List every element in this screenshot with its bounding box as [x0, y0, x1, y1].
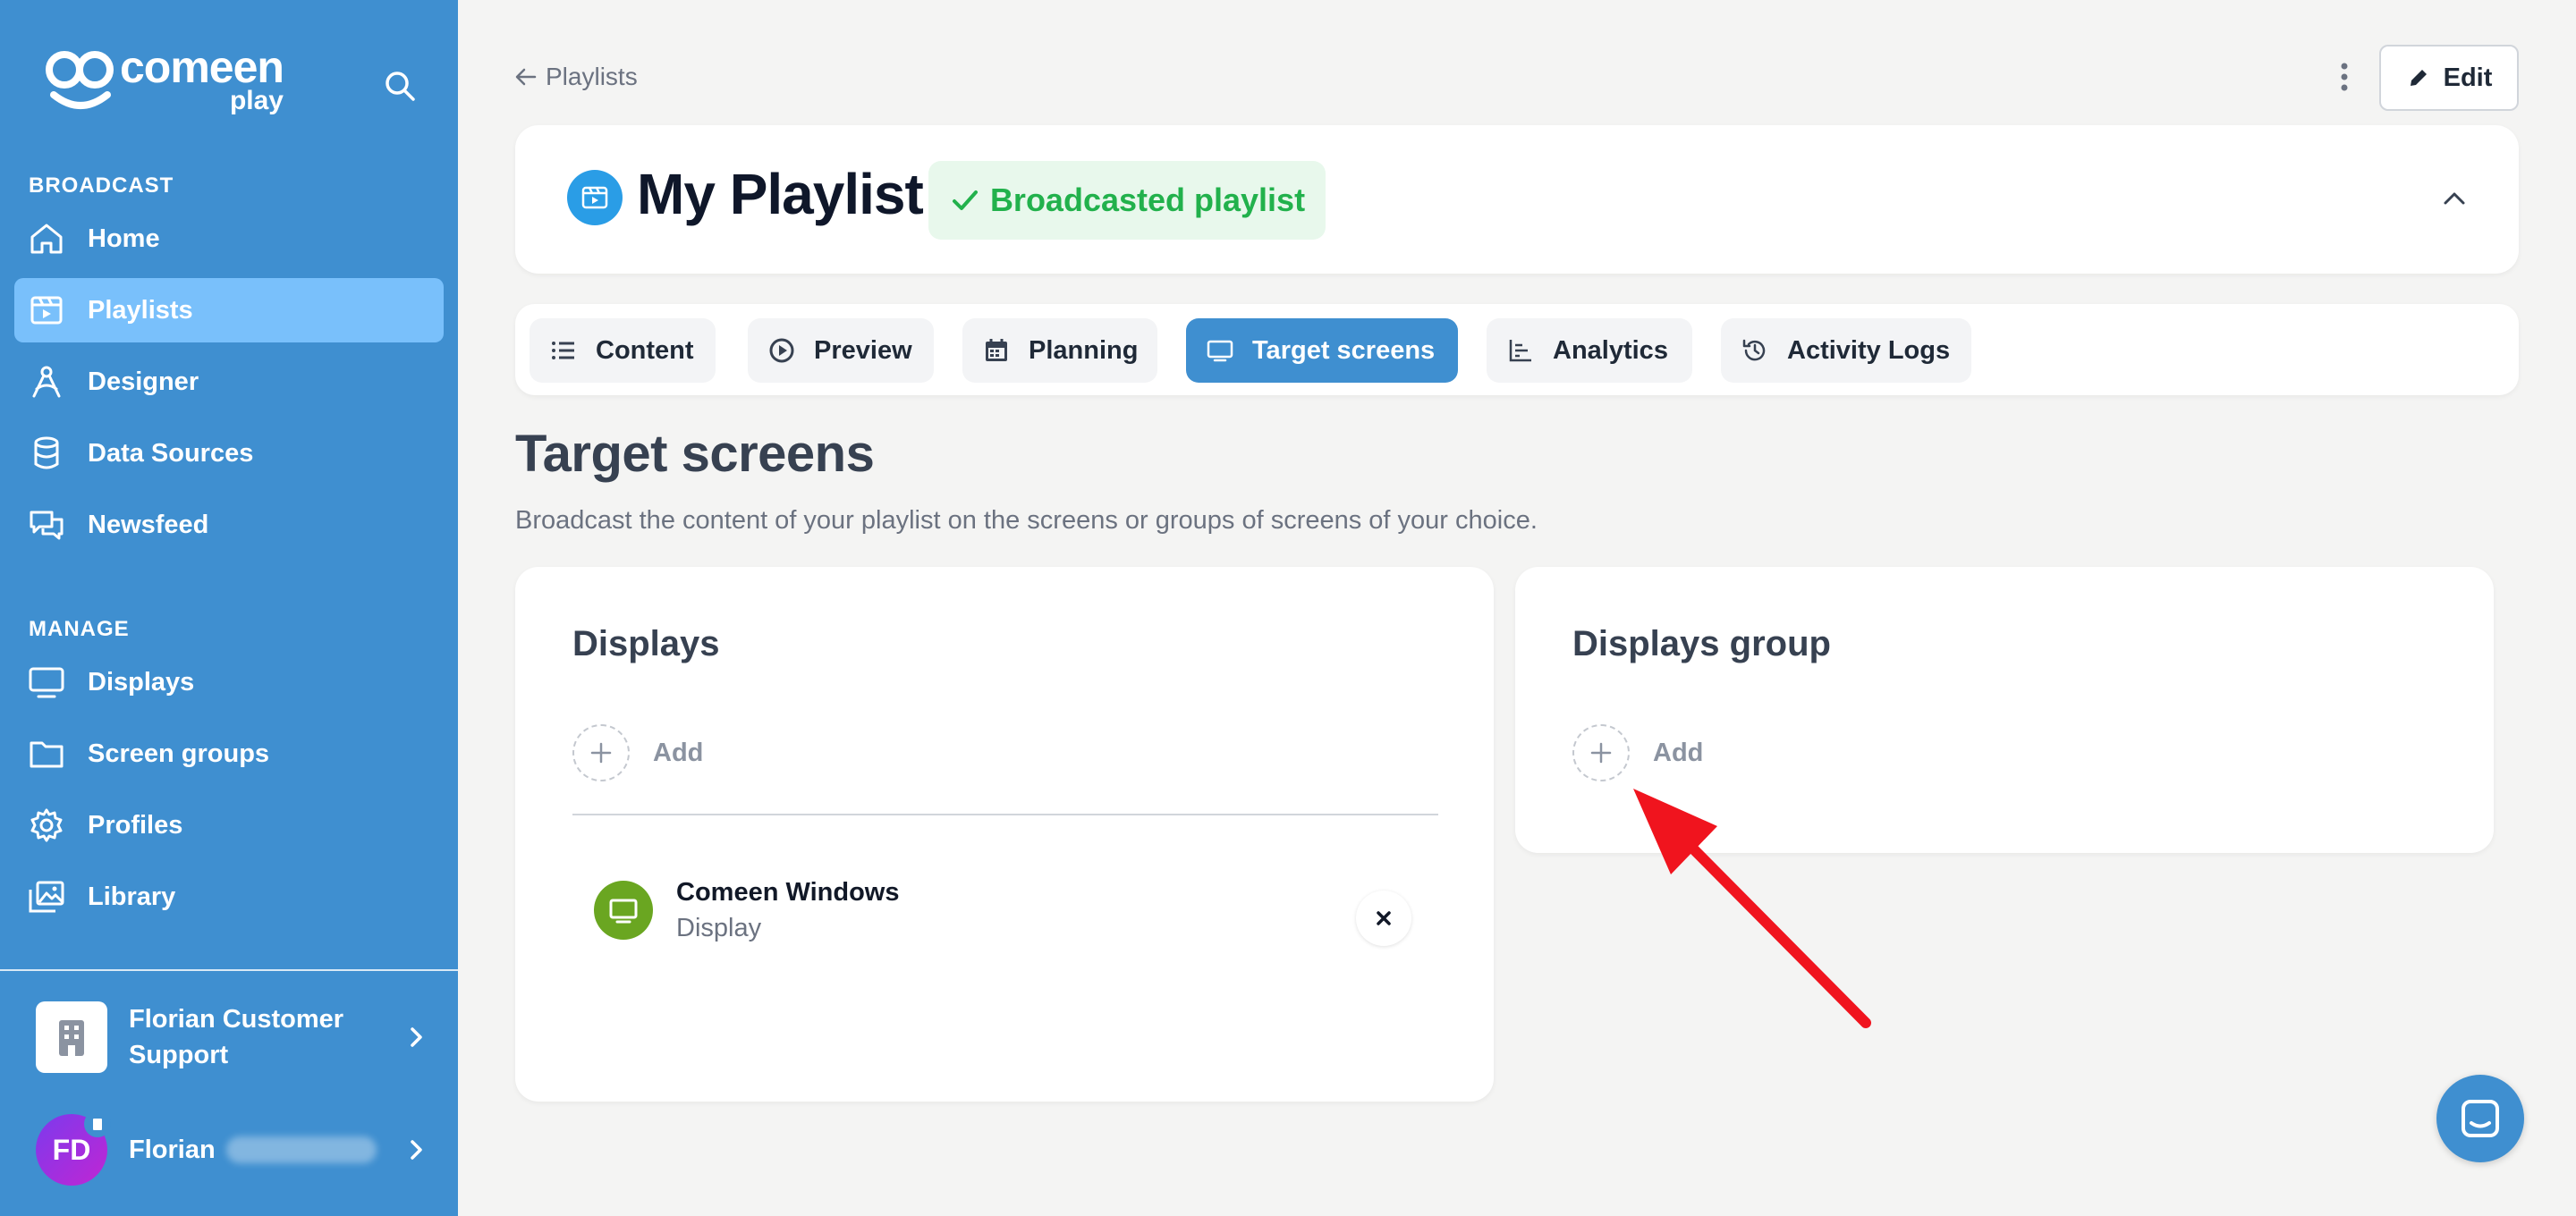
- chevron-right-icon: [411, 1027, 422, 1047]
- sidebar-item-home[interactable]: Home: [14, 207, 444, 271]
- playlist-header: My Playlist Broadcasted playlist: [515, 125, 2519, 274]
- search-icon[interactable]: [382, 68, 418, 104]
- sidebar-item-label: Newsfeed: [88, 510, 209, 539]
- tab-preview[interactable]: Preview: [748, 318, 934, 383]
- redacted-last-name: [225, 1136, 377, 1163]
- calendar-icon: [986, 339, 1007, 361]
- list-icon: [552, 342, 574, 359]
- section-title-manage: MANAGE: [29, 617, 130, 641]
- logo-word: comeen: [120, 42, 284, 92]
- divider: [572, 814, 1438, 815]
- play-circle-icon: [769, 338, 794, 363]
- organization-avatar: [36, 1001, 107, 1073]
- monitor-icon: [29, 667, 64, 698]
- more-options-icon[interactable]: [2329, 59, 2360, 95]
- sidebar-item-label: Profiles: [88, 810, 183, 840]
- tab-label: Planning: [1029, 335, 1139, 365]
- check-icon: [952, 190, 978, 210]
- support-chat-button[interactable]: [2436, 1075, 2524, 1162]
- section-title-broadcast: BROADCAST: [29, 173, 174, 198]
- gear-icon: [30, 808, 63, 842]
- status-badge-label: Broadcasted playlist: [989, 182, 1306, 218]
- tab-label: Preview: [814, 335, 912, 365]
- display-icon: [594, 881, 653, 940]
- chat-bubbles-icon: [30, 511, 64, 540]
- sidebar-divider: [0, 969, 458, 971]
- plus-icon: [572, 724, 630, 781]
- sidebar-item-displays[interactable]: Displays: [14, 650, 444, 714]
- organization-name: Florian Customer Support: [129, 1005, 344, 1069]
- tab-target-screens[interactable]: Target screens: [1186, 318, 1458, 383]
- user-name: Florian: [129, 1135, 216, 1164]
- add-display-button[interactable]: Add: [572, 724, 703, 781]
- sidebar-item-playlists[interactable]: Playlists: [14, 278, 444, 342]
- sidebar-item-label: Data Sources: [88, 438, 254, 468]
- status-badge: Broadcasted playlist: [928, 161, 1326, 240]
- add-display-label: Add: [653, 738, 704, 767]
- playlist-icon: [30, 296, 63, 325]
- sidebar-item-label: Library: [88, 882, 176, 911]
- playlist-icon: [567, 170, 623, 225]
- tab-label: Analytics: [1553, 335, 1668, 365]
- back-link[interactable]: Playlists: [513, 63, 638, 91]
- sidebar-item-label: Designer: [88, 367, 199, 396]
- organization-switcher[interactable]: Florian Customer Support: [36, 1000, 429, 1075]
- sidebar-item-label: Home: [88, 224, 160, 253]
- page-title: Target screens: [515, 425, 875, 483]
- sidebar-item-label: Playlists: [88, 295, 193, 325]
- displays-card: Displays Add Comeen Windows Display: [515, 567, 1494, 1102]
- chevron-up-icon[interactable]: [2436, 181, 2472, 216]
- avatar: FD: [36, 1110, 111, 1186]
- comeen-play-logo[interactable]: comeen play: [45, 45, 284, 114]
- back-link-label: Playlists: [546, 63, 638, 90]
- sidebar-item-screen-groups[interactable]: Screen groups: [14, 722, 444, 786]
- displays-card-title: Displays: [572, 624, 720, 663]
- tab-activity-logs[interactable]: Activity Logs: [1721, 318, 1971, 383]
- edit-button-label: Edit: [2443, 63, 2493, 92]
- close-icon: [1377, 911, 1391, 925]
- logo-mark-icon: [46, 51, 114, 109]
- sidebar-item-library[interactable]: Library: [14, 865, 444, 929]
- tab-bar: Content Preview Planning Target screens: [515, 304, 2519, 395]
- avatar-initials: FD: [52, 1133, 91, 1166]
- add-display-group-label: Add: [1653, 738, 1704, 767]
- sidebar-item-label: Displays: [88, 667, 195, 697]
- tab-label: Target screens: [1252, 335, 1436, 365]
- tab-label: Activity Logs: [1787, 335, 1951, 365]
- sidebar-item-newsfeed[interactable]: Newsfeed: [14, 493, 444, 557]
- tab-analytics[interactable]: Analytics: [1487, 318, 1692, 383]
- edit-button[interactable]: Edit: [2379, 45, 2519, 111]
- images-icon: [29, 881, 64, 913]
- chat-icon: [2462, 1100, 2499, 1137]
- annotation-arrow-icon: [1633, 789, 1871, 1028]
- folder-icon: [30, 741, 64, 768]
- playlist-title: My Playlist: [637, 162, 924, 226]
- sidebar-item-data-sources[interactable]: Data Sources: [14, 421, 444, 486]
- user-menu[interactable]: FD Florian: [36, 1110, 429, 1186]
- chevron-right-icon: [411, 1140, 422, 1160]
- building-icon: [59, 1020, 84, 1056]
- tab-content[interactable]: Content: [530, 318, 716, 383]
- remove-display-button[interactable]: [1356, 891, 1411, 946]
- admin-badge-icon: [84, 1110, 111, 1137]
- tab-label: Content: [596, 335, 694, 365]
- database-icon: [34, 436, 59, 469]
- home-icon: [30, 224, 63, 254]
- sidebar-item-designer[interactable]: Designer: [14, 350, 444, 414]
- page-subtitle: Broadcast the content of your playlist o…: [515, 506, 1538, 535]
- bar-chart-icon: [1509, 340, 1531, 362]
- pencil-icon: [2410, 70, 2427, 86]
- sidebar-item-profiles[interactable]: Profiles: [14, 793, 444, 857]
- tab-planning[interactable]: Planning: [962, 318, 1157, 383]
- arrow-left-icon: [515, 68, 537, 86]
- list-item: Comeen Windows Display: [594, 874, 899, 946]
- display-name: Comeen Windows: [676, 878, 900, 907]
- displays-group-card-title: Displays group: [1572, 624, 1831, 663]
- sidebar: comeen play BROADCAST Home Playlists Des…: [0, 0, 458, 1216]
- monitor-icon: [1207, 340, 1233, 362]
- sidebar-item-label: Screen groups: [88, 739, 270, 768]
- display-type: Display: [676, 914, 762, 942]
- history-icon: [1742, 339, 1766, 361]
- designer-icon: [32, 366, 61, 398]
